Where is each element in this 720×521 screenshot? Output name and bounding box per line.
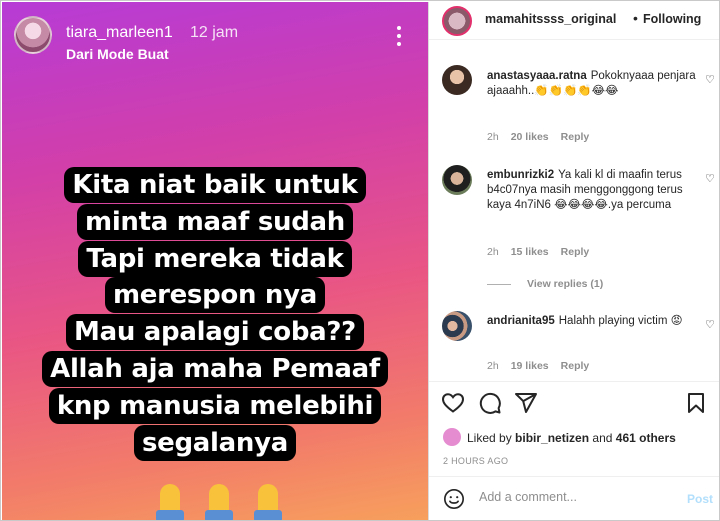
folded-hands-icon [250,482,286,520]
liker-avatar[interactable] [443,428,461,446]
reply-button[interactable]: Reply [561,246,590,258]
caption-line: minta maaf sudah [77,203,353,240]
commenter-avatar[interactable] [442,311,472,341]
more-options-icon[interactable] [394,26,404,48]
screenshot-frame: tiara_marleen1 12 jam Dari Mode Buat Kit… [0,0,720,521]
comment-time: 2h [487,246,499,258]
story-time: 12 jam [190,24,239,41]
post-timestamp[interactable]: 2 HOURS AGO [443,456,508,466]
folded-hands-icon [201,482,237,520]
caption-line: segalanya [133,424,297,461]
comment-body: Halahh playing victim 😡 [558,315,683,327]
caption-line: Kita niat baik untuk [64,167,366,203]
comment-time: 2h [487,131,499,143]
comments-list: anastasyaaa.ratna Pokoknyaaa penjara ajaa… [429,41,719,380]
caption-line: knp manusia melebihi [48,387,382,424]
commenter-username[interactable]: embunrizki2 [487,169,554,181]
commenter-avatar[interactable] [442,65,472,95]
folded-hands-icon [152,482,188,520]
comment-likes[interactable]: 15 likes [511,246,549,258]
following-button[interactable]: Following [643,12,701,26]
post-author-username[interactable]: mamahitssss_original [485,12,616,26]
likes-middle: and [592,431,613,445]
likes-prefix: Liked by [467,431,512,445]
story-username[interactable]: tiara_marleen1 [66,24,173,42]
bookmark-icon[interactable] [684,391,708,415]
post-actions-bar [429,381,719,421]
add-comment-bar: Post [429,476,719,520]
comment-likes[interactable]: 19 likes [511,360,549,372]
like-comment-heart-icon[interactable]: ♡ [705,172,715,185]
caption-line: Mau apalagi coba?? [66,314,364,351]
comment-text: anastasyaaa.ratna Pokoknyaaa penjara ajaa… [487,69,697,99]
comment-meta: 2h 20 likes Reply [487,131,601,143]
commenter-username[interactable]: andrianita95 [487,315,555,327]
emoji-icon[interactable] [443,488,465,510]
commenter-avatar[interactable] [442,165,472,195]
like-comment-heart-icon[interactable]: ♡ [705,73,715,86]
commenter-username[interactable]: anastasyaaa.ratna [487,70,587,82]
caption-line: Tapi mereka tidak [78,240,352,277]
add-comment-input[interactable] [479,490,679,504]
post-panel: mamahitssss_original • Following anastas… [428,2,719,520]
reply-button[interactable]: Reply [561,360,590,372]
likes-summary: Liked by bibir_netizen and 461 others [443,428,676,446]
story-caption: Kita niat baik untuk minta maaf sudah Ta… [2,167,428,461]
story-subtitle: Dari Mode Buat [66,46,169,62]
liker-username[interactable]: bibir_netizen [515,431,589,445]
comment-time: 2h [487,360,499,372]
separator-dot: • [633,10,638,26]
post-header: mamahitssss_original • Following [429,2,719,40]
like-comment-heart-icon[interactable]: ♡ [705,318,715,331]
post-author-avatar[interactable] [442,6,472,36]
post-comment-button[interactable]: Post [687,492,713,506]
reply-button[interactable]: Reply [561,131,590,143]
caption-line: Allah aja maha Pemaaf [42,350,388,387]
caption-line: merespon nya [104,277,326,314]
folded-hands-emoji [152,482,286,520]
story-view: tiara_marleen1 12 jam Dari Mode Buat Kit… [2,2,428,520]
likes-others[interactable]: 461 others [616,431,676,445]
share-icon[interactable] [514,391,538,415]
story-avatar[interactable] [14,16,52,54]
heart-icon[interactable] [441,391,465,415]
comment-likes[interactable]: 20 likes [511,131,549,143]
comment-meta: 2h 15 likes Reply [487,246,601,258]
view-replies-button[interactable]: View replies (1) [487,278,603,290]
comment-icon[interactable] [478,391,502,415]
comment-meta: 2h 19 likes Reply [487,360,601,372]
comment-text: andrianita95 Halahh playing victim 😡 [487,314,697,329]
comment-text: embunrizki2 Ya kali kl di maafin terus b4… [487,168,697,213]
